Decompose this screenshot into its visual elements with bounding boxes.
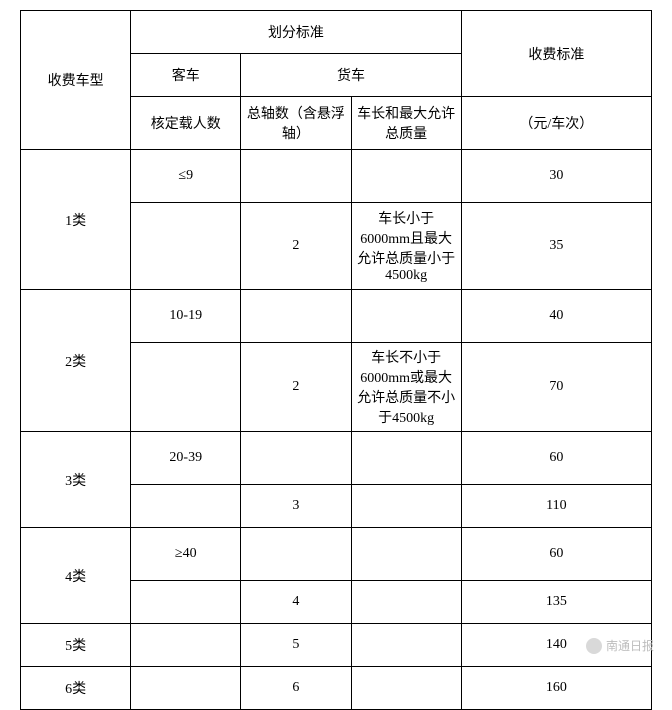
col-truck-spec: 车长和最大允许总质量 [351,97,461,150]
cell-fee: 35 [461,203,651,290]
cell-axle: 4 [241,581,351,624]
cell-bus [131,624,241,667]
cell-axle [241,528,351,581]
cell-spec [351,581,461,624]
cell-type: 3类 [21,432,131,528]
col-fee-unit: （元/车次） [461,97,651,150]
cell-bus [131,485,241,528]
cell-bus [131,667,241,710]
col-bus-capacity: 核定载人数 [131,97,241,150]
cell-bus: ≤9 [131,150,241,203]
cell-type: 4类 [21,528,131,624]
cell-type: 6类 [21,667,131,710]
col-truck-axles: 总轴数（含悬浮轴） [241,97,351,150]
cell-axle: 3 [241,485,351,528]
wechat-logo-icon [586,638,602,654]
cell-bus [131,343,241,432]
cell-bus [131,581,241,624]
cell-axle: 5 [241,624,351,667]
cell-spec [351,150,461,203]
cell-spec [351,667,461,710]
table-row: 1类 ≤9 30 [21,150,652,203]
cell-spec: 车长小于6000mm且最大允许总质量小于4500kg [351,203,461,290]
cell-fee: 60 [461,432,651,485]
cell-fee: 60 [461,528,651,581]
cell-bus [131,203,241,290]
cell-spec [351,528,461,581]
toll-standard-table: 收费车型 划分标准 收费标准 客车 货车 核定载人数 总轴数（含悬浮轴） 车长和… [20,10,652,710]
table-row: 2类 10-19 40 [21,290,652,343]
col-truck: 货车 [241,54,461,97]
col-fee: 收费标准 [461,11,651,97]
cell-fee: 135 [461,581,651,624]
cell-bus: ≥40 [131,528,241,581]
cell-bus: 10-19 [131,290,241,343]
cell-bus: 20-39 [131,432,241,485]
col-criteria: 划分标准 [131,11,462,54]
cell-spec [351,624,461,667]
cell-fee: 30 [461,150,651,203]
watermark-label: 南通日报 [606,637,654,654]
cell-spec [351,432,461,485]
table-row: 4类 ≥40 60 [21,528,652,581]
cell-fee: 160 [461,667,651,710]
cell-spec: 车长不小于6000mm或最大允许总质量不小于4500kg [351,343,461,432]
cell-fee: 70 [461,343,651,432]
cell-spec [351,290,461,343]
cell-axle: 2 [241,343,351,432]
cell-axle [241,290,351,343]
cell-axle: 2 [241,203,351,290]
cell-axle [241,150,351,203]
table-row: 6类 6 160 [21,667,652,710]
source-watermark: 南通日报 [586,637,654,654]
cell-type: 2类 [21,290,131,432]
cell-fee: 40 [461,290,651,343]
col-bus: 客车 [131,54,241,97]
cell-type: 5类 [21,624,131,667]
cell-spec [351,485,461,528]
table-row: 5类 5 140 [21,624,652,667]
cell-axle [241,432,351,485]
cell-fee: 110 [461,485,651,528]
cell-type: 1类 [21,150,131,290]
table-row: 3类 20-39 60 [21,432,652,485]
table-header-row: 收费车型 划分标准 收费标准 [21,11,652,54]
col-vehicle-type: 收费车型 [21,11,131,150]
cell-axle: 6 [241,667,351,710]
